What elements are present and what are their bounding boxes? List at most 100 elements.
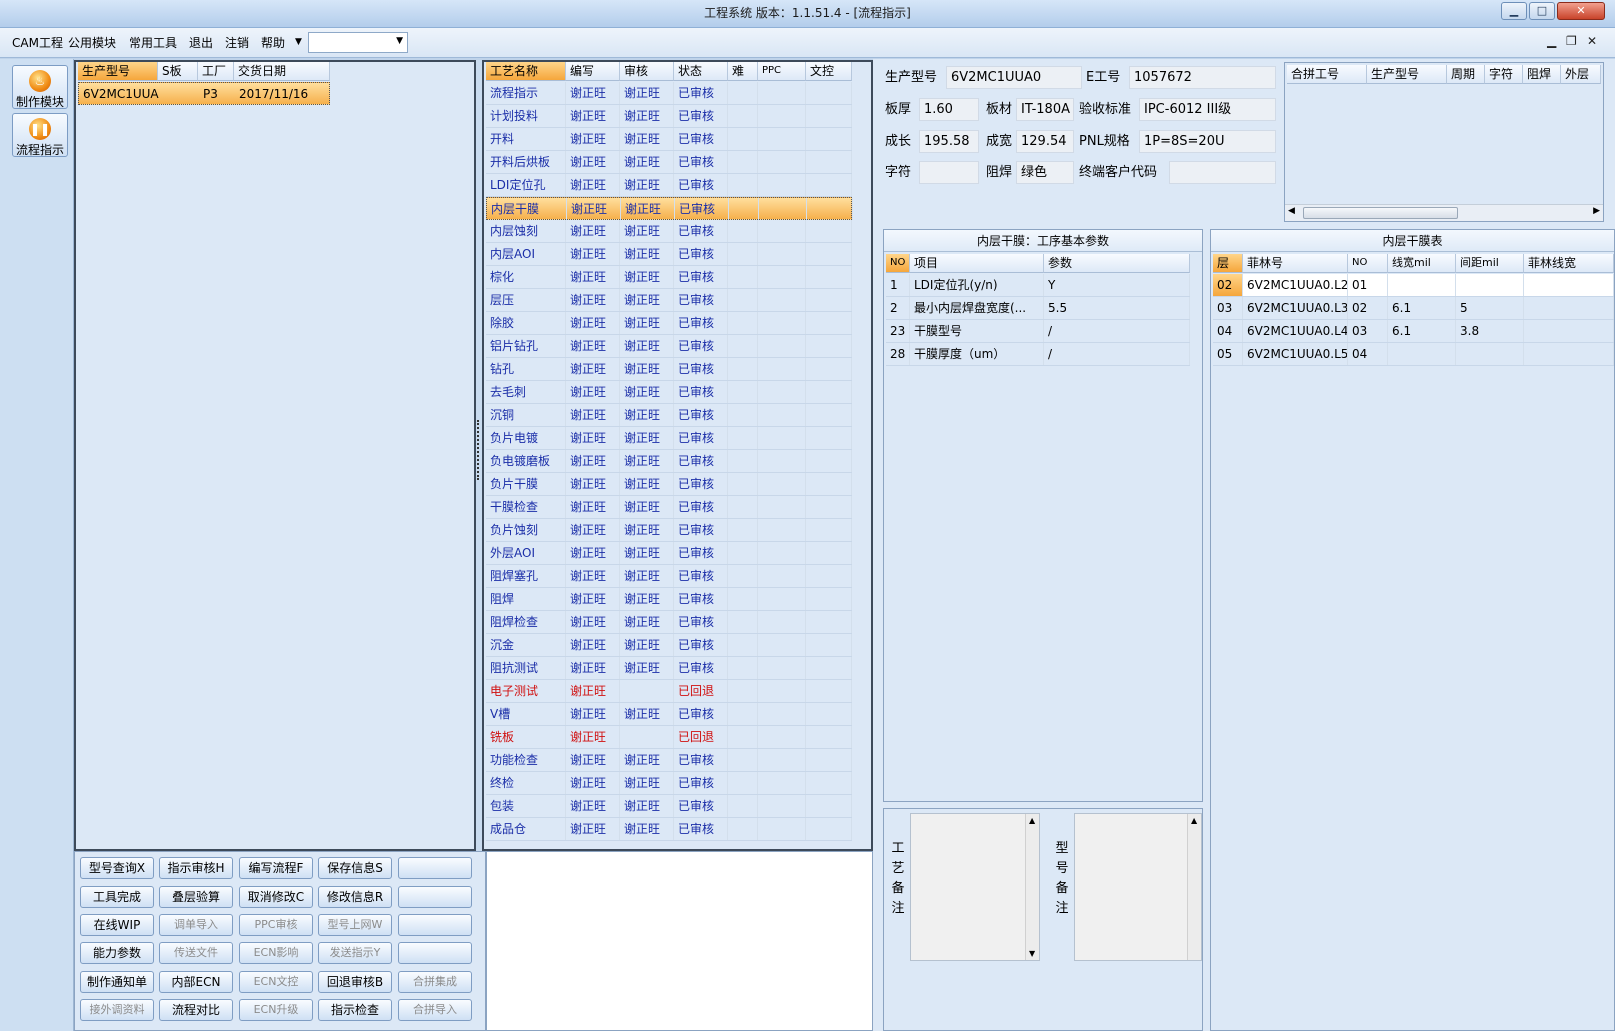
action-button-r5-c2[interactable]: ECN升级 [239, 999, 313, 1021]
column-header[interactable]: 文控 [806, 62, 852, 81]
action-button-r2-c1[interactable]: 调单导入 [159, 914, 233, 936]
arrow-up-icon[interactable]: ▲ [1029, 816, 1035, 825]
table-row[interactable]: 内层干膜 谢正旺 谢正旺 已审核 [486, 197, 853, 220]
column-header[interactable]: 生产型号 [78, 62, 158, 81]
action-button-r4-c1[interactable]: 内部ECN [159, 971, 233, 993]
field-pnl[interactable]: 1P=8S=20U [1139, 130, 1276, 153]
table-row[interactable]: 1 LDI定位孔(y/n) Y [886, 274, 1190, 297]
table-row[interactable]: 开料后烘板 谢正旺 谢正旺 已审核 [486, 151, 852, 174]
model-memo-field[interactable]: ▲ [1074, 813, 1202, 961]
minimize-button[interactable]: ▁ [1501, 2, 1527, 20]
action-button-r1-c2[interactable]: 取消修改C [239, 886, 313, 908]
table-row[interactable]: 计划投料 谢正旺 谢正旺 已审核 [486, 105, 852, 128]
column-header[interactable]: 审核 [620, 62, 674, 81]
table-row[interactable]: 阻焊 谢正旺 谢正旺 已审核 [486, 588, 852, 611]
field-material[interactable]: IT-180A [1016, 98, 1074, 121]
action-button-r1-c0[interactable]: 工具完成 [80, 886, 154, 908]
table-row[interactable]: 沉铜 谢正旺 谢正旺 已审核 [486, 404, 852, 427]
column-header[interactable]: NO [886, 254, 910, 273]
action-button-r1-c4[interactable] [398, 886, 472, 908]
action-button-r3-c1[interactable]: 传送文件 [159, 942, 233, 964]
table-row[interactable]: 去毛刺 谢正旺 谢正旺 已审核 [486, 381, 852, 404]
table-row[interactable]: 02 6V2MC1UUA0.L2 01 [1213, 274, 1614, 297]
action-button-r0-c2[interactable]: 编写流程F [239, 857, 313, 879]
table-row[interactable]: 终检 谢正旺 谢正旺 已审核 [486, 772, 852, 795]
column-header[interactable]: NO [1348, 254, 1388, 273]
table-row[interactable]: 2 最小内层焊盘宽度(... 5.5 [886, 297, 1190, 320]
table-row[interactable]: 棕化 谢正旺 谢正旺 已审核 [486, 266, 852, 289]
action-button-r4-c3[interactable]: 回退审核B [318, 971, 392, 993]
mdi-restore-icon[interactable]: ❐ [1566, 34, 1577, 48]
column-header[interactable]: 工厂 [198, 62, 234, 81]
table-row[interactable]: LDI定位孔 谢正旺 谢正旺 已审核 [486, 174, 852, 197]
action-button-r1-c1[interactable]: 叠层验算 [159, 886, 233, 908]
arrow-right-icon[interactable]: ▶ [1593, 206, 1600, 216]
table-row[interactable]: 功能检查 谢正旺 谢正旺 已审核 [486, 749, 852, 772]
vertical-scrollbar[interactable]: ▲ [1187, 814, 1201, 960]
menu-cam[interactable]: CAM工程 [12, 34, 63, 51]
table-row[interactable]: 负电镀磨板 谢正旺 谢正旺 已审核 [486, 450, 852, 473]
field-length[interactable]: 195.58 [919, 130, 979, 153]
menu-logout[interactable]: 注销 [225, 34, 249, 51]
table-row[interactable]: 除胶 谢正旺 谢正旺 已审核 [486, 312, 852, 335]
table-row[interactable]: 成品仓 谢正旺 谢正旺 已审核 [486, 818, 852, 841]
action-button-r5-c4[interactable]: 合拼导入 [398, 999, 472, 1021]
action-button-r3-c2[interactable]: ECN影响 [239, 942, 313, 964]
column-header[interactable]: 状态 [674, 62, 728, 81]
table-row[interactable]: 阻焊塞孔 谢正旺 谢正旺 已审核 [486, 565, 852, 588]
menu-combo-box[interactable]: ▼ [308, 32, 408, 53]
menu-exit[interactable]: 退出 [189, 34, 213, 51]
close-button[interactable]: ✕ [1557, 2, 1605, 20]
table-row[interactable]: 阻抗测试 谢正旺 谢正旺 已审核 [486, 657, 852, 680]
field-char[interactable] [919, 161, 979, 184]
action-button-r2-c2[interactable]: PPC审核 [239, 914, 313, 936]
mdi-minimize-icon[interactable]: ▁ [1547, 34, 1556, 48]
field-customer[interactable] [1169, 161, 1276, 184]
table-row[interactable]: 内层AOI 谢正旺 谢正旺 已审核 [486, 243, 852, 266]
field-width[interactable]: 129.54 [1016, 130, 1074, 153]
action-button-r0-c1[interactable]: 指示审核H [159, 857, 233, 879]
table-row[interactable]: 28 干膜厚度（um） / [886, 343, 1190, 366]
table-row[interactable]: 外层AOI 谢正旺 谢正旺 已审核 [486, 542, 852, 565]
table-row[interactable]: 内层蚀刻 谢正旺 谢正旺 已审核 [486, 220, 852, 243]
action-button-r4-c0[interactable]: 制作通知单 [80, 971, 154, 993]
vertical-scrollbar[interactable]: ▲ ▼ [1025, 814, 1039, 960]
table-row[interactable]: 包装 谢正旺 谢正旺 已审核 [486, 795, 852, 818]
column-header[interactable]: 层 [1213, 254, 1243, 273]
maximize-button[interactable]: □ [1529, 2, 1555, 20]
table-row[interactable]: 05 6V2MC1UUA0.L5 04 [1213, 343, 1614, 366]
arrow-up-icon[interactable]: ▲ [1191, 816, 1197, 825]
table-row[interactable]: 04 6V2MC1UUA0.L4 03 6.1 3.8 [1213, 320, 1614, 343]
column-header[interactable]: 参数 [1044, 254, 1190, 273]
column-header[interactable]: PPC [758, 62, 806, 81]
column-header[interactable]: 字符 [1485, 65, 1523, 84]
column-header[interactable]: 编写 [566, 62, 620, 81]
field-mask[interactable]: 绿色 [1016, 161, 1074, 184]
menu-tools[interactable]: 常用工具 [129, 34, 177, 51]
action-button-r2-c0[interactable]: 在线WIP [80, 914, 154, 936]
column-header[interactable]: 周期 [1447, 65, 1485, 84]
table-row[interactable]: 铝片钻孔 谢正旺 谢正旺 已审核 [486, 335, 852, 358]
column-header[interactable]: 生产型号 [1367, 65, 1447, 84]
table-row[interactable]: 负片电镀 谢正旺 谢正旺 已审核 [486, 427, 852, 450]
menu-help[interactable]: 帮助 [261, 34, 285, 51]
field-model[interactable]: 6V2MC1UUA0 [946, 66, 1082, 89]
action-button-r2-c4[interactable] [398, 914, 472, 936]
table-row[interactable]: 电子测试 谢正旺 已回退 [486, 680, 852, 703]
action-button-r5-c0[interactable]: 接外调资料 [80, 999, 154, 1021]
table-row[interactable]: 铣板 谢正旺 已回退 [486, 726, 852, 749]
horizontal-scrollbar[interactable]: ◀ ▶ [1285, 204, 1603, 221]
scrollbar-thumb[interactable] [1303, 207, 1458, 219]
table-row[interactable]: 6V2MC1UUA0 P3 2017/11/16 [78, 82, 330, 105]
process-memo-field[interactable]: ▲ ▼ [910, 813, 1040, 961]
action-button-r3-c3[interactable]: 发送指示Y [318, 942, 392, 964]
column-header[interactable]: 项目 [910, 254, 1044, 273]
table-row[interactable]: 钻孔 谢正旺 谢正旺 已审核 [486, 358, 852, 381]
column-header[interactable]: 线宽mil [1388, 254, 1456, 273]
action-button-r2-c3[interactable]: 型号上网W [318, 914, 392, 936]
column-header[interactable]: 交货日期 [234, 62, 330, 81]
table-row[interactable]: 沉金 谢正旺 谢正旺 已审核 [486, 634, 852, 657]
action-button-r0-c0[interactable]: 型号查询X [80, 857, 154, 879]
field-thickness[interactable]: 1.60 [919, 98, 979, 121]
field-eno[interactable]: 1057672 [1129, 66, 1276, 89]
